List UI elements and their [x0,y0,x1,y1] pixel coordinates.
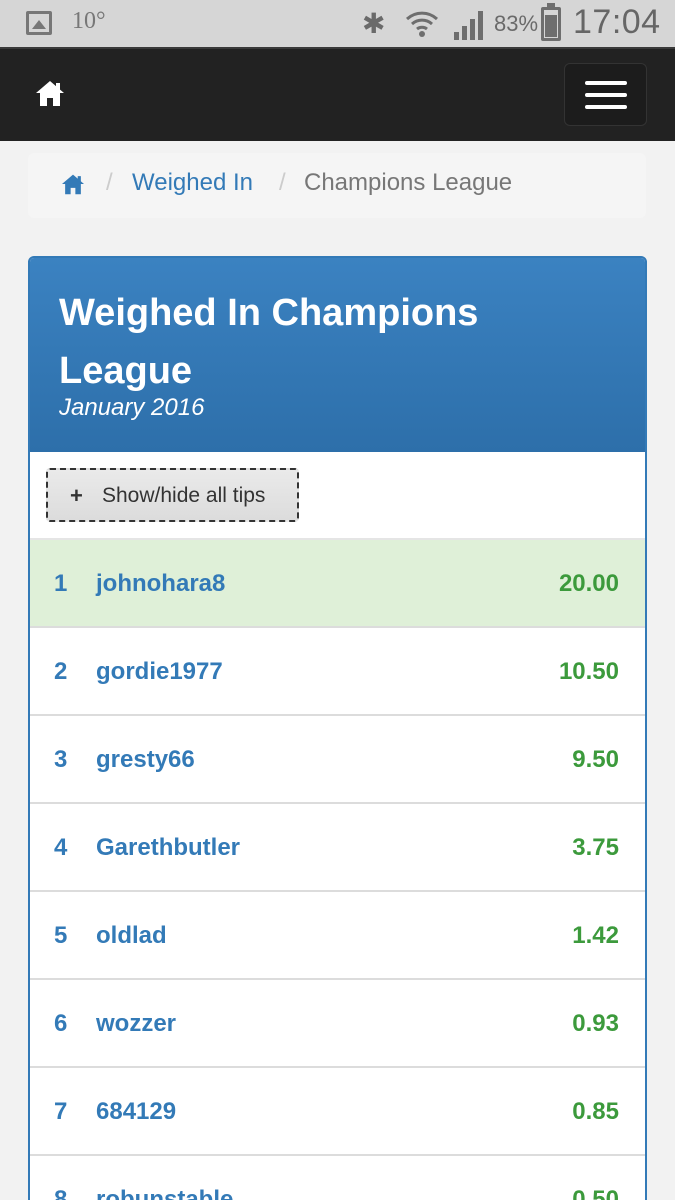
breadcrumb-separator: / [279,169,286,196]
player-link[interactable]: gresty66 [96,746,195,774]
score: 9.50 [572,746,619,773]
player-link[interactable]: robunstable [96,1186,233,1200]
rank: 6 [54,1010,68,1037]
temperature-readout: 10° [72,8,106,34]
table-row[interactable]: 2 gordie1977 10.50 [30,628,645,716]
battery-icon [541,3,561,41]
rank: 3 [54,746,68,773]
table-row[interactable]: 1 johnohara8 20.00 [30,540,645,628]
player-link[interactable]: gordie1977 [96,658,223,686]
plus-icon: + [70,483,83,508]
breadcrumb-separator: / [106,169,113,196]
hamburger-menu-icon [585,81,627,85]
score: 1.42 [572,922,619,949]
show-hide-tips-label: Show/hide all tips [102,484,266,507]
navbar [0,47,675,141]
standings-list: 1 johnohara8 20.00 2 gordie1977 10.50 3 … [30,540,645,1200]
hamburger-menu-button[interactable] [564,63,647,126]
rank: 7 [54,1098,68,1125]
breadcrumb: / Weighed In / Champions League [28,153,646,218]
breadcrumb-weighed-in-link[interactable]: Weighed In [132,169,253,197]
panel-toolbar: + Show/hide all tips [30,452,645,540]
score: 0.50 [572,1186,619,1200]
page-title: Weighed In Champions League [59,292,479,392]
rank: 2 [54,658,68,685]
rank: 4 [54,834,68,861]
table-row[interactable]: 5 oldlad 1.42 [30,892,645,980]
show-hide-tips-button[interactable]: + Show/hide all tips [46,468,299,522]
score: 0.85 [572,1098,619,1125]
rank: 8 [54,1186,68,1200]
rank: 1 [54,570,68,597]
player-link[interactable]: oldlad [96,922,167,950]
panel-heading: Weighed In Champions League January 2016 [30,258,645,452]
breadcrumb-current-page: Champions League [304,169,513,196]
table-row[interactable]: 6 wozzer 0.93 [30,980,645,1068]
signal-icon [454,11,483,40]
gallery-icon [26,11,52,35]
league-panel: Weighed In Champions League January 2016… [28,256,647,1200]
wifi-icon [405,11,439,37]
score: 0.93 [572,1010,619,1037]
table-row[interactable]: 7 684129 0.85 [30,1068,645,1156]
table-row[interactable]: 3 gresty66 9.50 [30,716,645,804]
battery-percent: 83% [494,11,539,36]
score: 3.75 [572,834,619,861]
clock: 17:04 [573,3,661,41]
player-link[interactable]: johnohara8 [96,570,225,598]
score: 20.00 [558,570,619,597]
status-bar: 10° ✱ 83% 17:04 [0,0,675,47]
bluetooth-icon: ✱ [362,8,386,39]
breadcrumb-home-icon[interactable] [60,173,86,195]
table-row[interactable]: 4 Garethbutler 3.75 [30,804,645,892]
player-link[interactable]: 684129 [96,1098,176,1126]
home-icon[interactable] [34,79,66,107]
table-row[interactable]: 8 robunstable 0.50 [30,1156,645,1200]
score: 10.50 [558,658,619,685]
period-subtitle: January 2016 [59,394,205,421]
player-link[interactable]: wozzer [96,1010,176,1038]
rank: 5 [54,922,68,949]
player-link[interactable]: Garethbutler [96,834,240,862]
